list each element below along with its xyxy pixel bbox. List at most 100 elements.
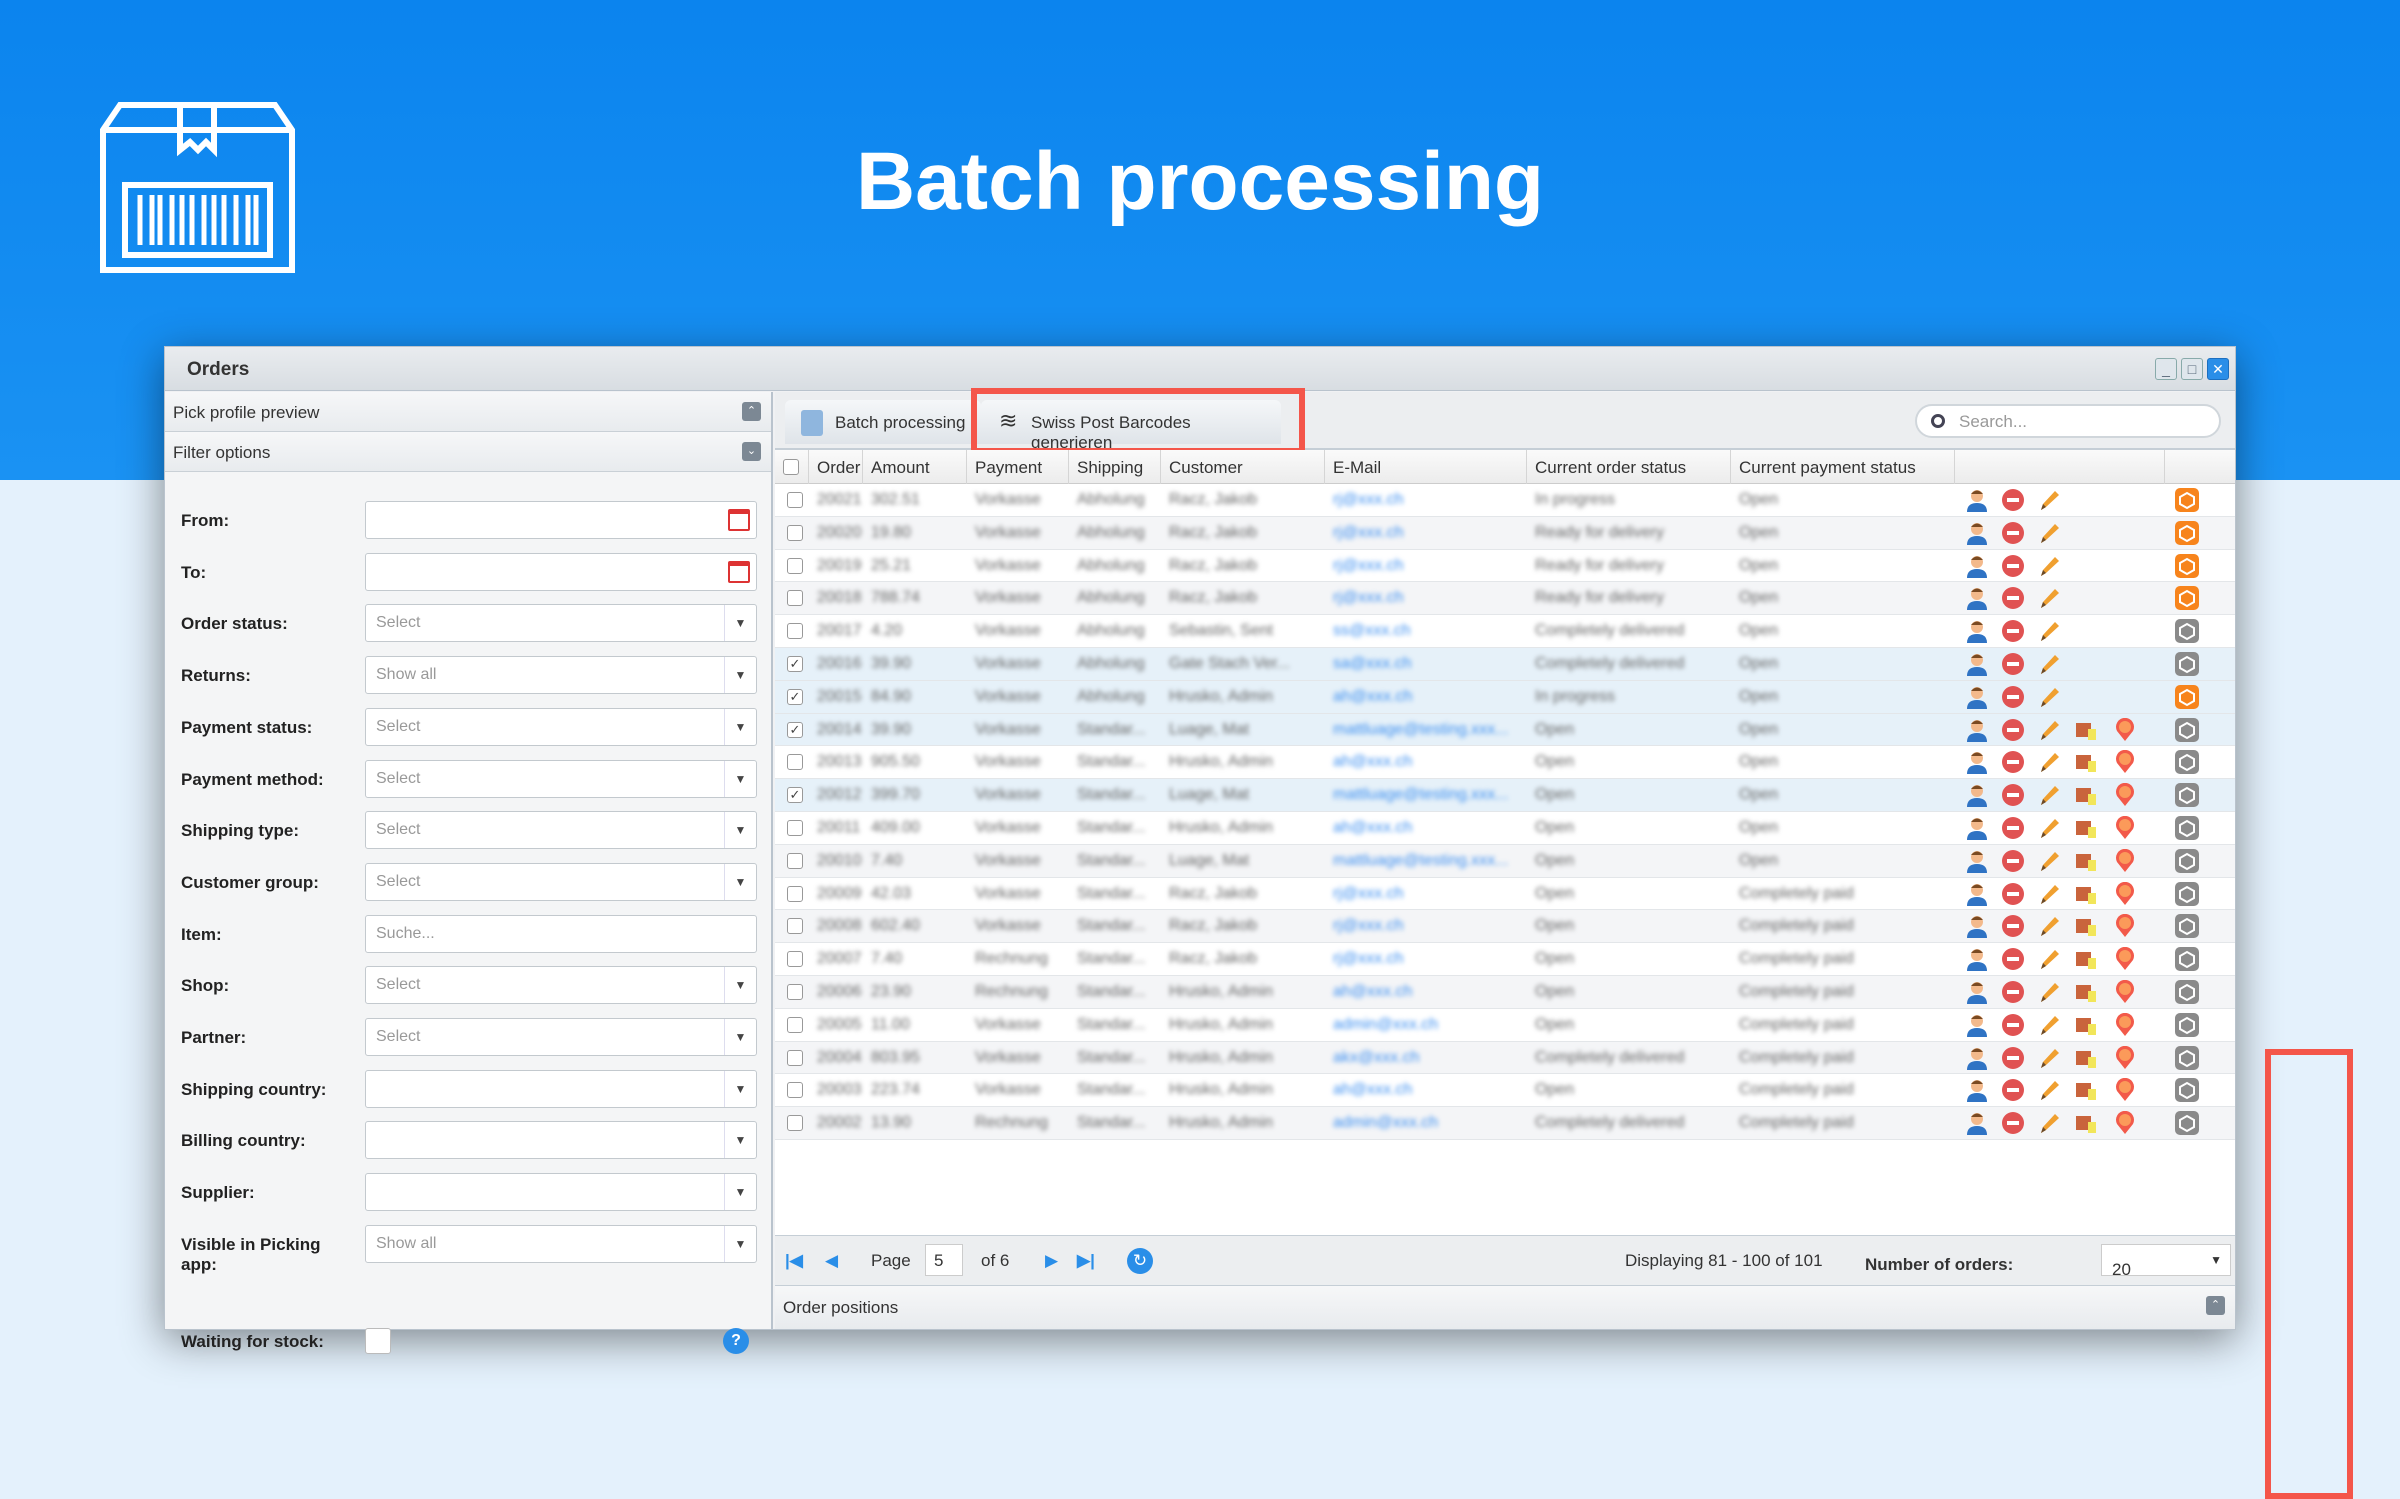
edit-pencil-icon[interactable] [2037,783,2061,807]
column-header[interactable]: Amount [863,450,967,484]
refresh-icon[interactable]: ↻ [1127,1248,1153,1274]
waiting-checkbox[interactable] [365,1328,391,1354]
delete-icon[interactable] [2001,980,2025,1004]
customer-icon[interactable] [1965,947,1989,972]
delete-icon[interactable] [2001,783,2025,807]
shipment-icon[interactable] [2175,586,2199,611]
table-row[interactable]: 20021 302.51 Vorkasse Abholung Racz, Jakob rj… [775,484,2235,517]
parcel-label-icon[interactable] [2075,1078,2099,1102]
filter-input[interactable] [365,552,757,591]
table-row[interactable]: 20019 25.21 Vorkasse Abholung Racz, Jakob rj@… [775,550,2235,583]
parcel-label-icon[interactable] [2075,882,2099,906]
edit-pencil-icon[interactable] [2037,849,2061,873]
order-positions-header[interactable]: Order positions ⌃ [775,1285,2235,1329]
parcel-label-icon[interactable] [2075,1046,2099,1070]
filter-input[interactable]: Select ▼ [365,1018,757,1056]
customer-icon[interactable] [1965,1078,1989,1103]
delete-icon[interactable] [2001,521,2025,545]
row-checkbox[interactable] [787,1082,803,1099]
customer-icon[interactable] [1965,980,1989,1004]
edit-pencil-icon[interactable] [2037,685,2061,709]
delete-icon[interactable] [2001,750,2025,774]
table-row[interactable]: ✓ 20015 84.90 Vorkasse Abholung Hrusko, Admin… [775,680,2235,714]
customer-icon[interactable] [1965,586,1989,611]
first-page-icon[interactable]: |◀ [785,1251,803,1271]
delete-icon[interactable] [2001,488,2025,512]
swiss-post-barcodes-button[interactable]: ≋ Swiss Post Barcodes generieren [981,400,1281,452]
edit-pencil-icon[interactable] [2037,521,2061,545]
delete-icon[interactable] [2001,1111,2025,1135]
shipment-icon[interactable] [2175,651,2199,676]
shipment-icon[interactable] [2175,553,2199,578]
parcel-label-icon[interactable] [2075,718,2099,742]
row-checkbox[interactable] [787,524,803,541]
shipment-icon[interactable] [2175,1045,2199,1070]
table-row[interactable]: 20013 905.50 Vorkasse Standar... Hrusko, Adm… [775,746,2235,780]
customer-icon[interactable] [1965,750,1989,775]
customer-icon[interactable] [1965,914,1989,939]
expand-icon[interactable]: ⌄ [742,442,761,461]
shipment-icon[interactable] [2175,848,2199,873]
edit-pencil-icon[interactable] [2037,619,2061,643]
shipment-icon[interactable] [2175,717,2199,742]
row-checkbox[interactable]: ✓ [787,655,803,672]
row-checkbox[interactable] [787,754,803,771]
chevron-down-icon[interactable]: ▼ [724,760,756,797]
delete-icon[interactable] [2001,816,2025,840]
shipment-icon[interactable] [2175,881,2199,906]
shipment-icon[interactable] [2175,488,2199,512]
table-row[interactable]: 20002 13.90 Rechnung Standar... Hrusko, Admi… [775,1107,2235,1140]
parcel-label-icon[interactable] [2075,816,2099,840]
pick-profile-header[interactable]: Pick profile preview ⌃ [165,392,771,432]
last-page-icon[interactable]: ▶| [1077,1251,1095,1271]
filter-input[interactable]: ▼ [365,1069,757,1108]
chevron-down-icon[interactable]: ▼ [724,1122,756,1159]
shipment-icon[interactable] [2175,520,2199,545]
filter-input[interactable]: Select ▼ [365,811,757,850]
filter-options-header[interactable]: Filter options ⌄ [165,432,771,472]
search-input[interactable]: Search... [1915,404,2221,438]
parcel-label-icon[interactable] [2075,750,2099,774]
column-header[interactable]: Current payment status [1731,450,1955,484]
delete-icon[interactable] [2001,1013,2025,1037]
close-button[interactable]: ✕ [2207,358,2229,380]
row-checkbox[interactable] [787,885,803,902]
filter-input[interactable]: Select ▼ [365,707,757,746]
parcel-label-icon[interactable] [2075,980,2099,1004]
swiss-post-location-icon[interactable] [2113,914,2137,938]
row-checkbox[interactable]: ✓ [787,787,803,804]
delete-icon[interactable] [2001,1078,2025,1102]
collapse-icon[interactable]: ⌃ [742,402,761,421]
table-row[interactable]: 20009 42.03 Vorkasse Standar... Racz, Jakob r… [775,878,2235,911]
customer-icon[interactable] [1965,488,1989,512]
column-header[interactable]: Shipping [1069,450,1161,484]
next-page-icon[interactable]: ▶ [1045,1251,1058,1271]
swiss-post-location-icon[interactable] [2113,783,2137,807]
customer-icon[interactable] [1965,783,1989,808]
maximize-button[interactable]: □ [2181,358,2203,380]
shipment-icon[interactable] [2175,1111,2199,1136]
table-row[interactable]: ✓ 20014 39.90 Vorkasse Standar... Luage, Mat m… [775,713,2235,747]
shipment-icon[interactable] [2175,684,2199,709]
row-checkbox[interactable] [787,1049,803,1066]
calendar-icon[interactable] [728,560,750,583]
delete-icon[interactable] [2001,914,2025,938]
shipment-icon[interactable] [2175,914,2199,939]
table-row[interactable]: 20003 223.74 Vorkasse Standar... Hrusko, Adm… [775,1074,2235,1108]
chevron-down-icon[interactable]: ▼ [724,708,756,745]
help-icon[interactable]: ? [723,1328,749,1354]
chevron-down-icon[interactable]: ▼ [724,967,756,1004]
customer-icon[interactable] [1965,816,1989,840]
delete-icon[interactable] [2001,586,2025,610]
calendar-icon[interactable] [728,509,750,531]
row-checkbox[interactable] [787,852,803,869]
customer-icon[interactable] [1965,882,1989,906]
chevron-down-icon[interactable]: ▼ [724,657,756,694]
column-header[interactable]: Payment [967,450,1069,484]
swiss-post-location-icon[interactable] [2113,881,2137,906]
row-checkbox[interactable] [787,557,803,574]
edit-pencil-icon[interactable] [2037,947,2061,971]
filter-input[interactable]: ▼ [365,1121,757,1160]
shipment-icon[interactable] [2175,979,2199,1004]
filter-input[interactable]: Suche... [365,914,757,953]
